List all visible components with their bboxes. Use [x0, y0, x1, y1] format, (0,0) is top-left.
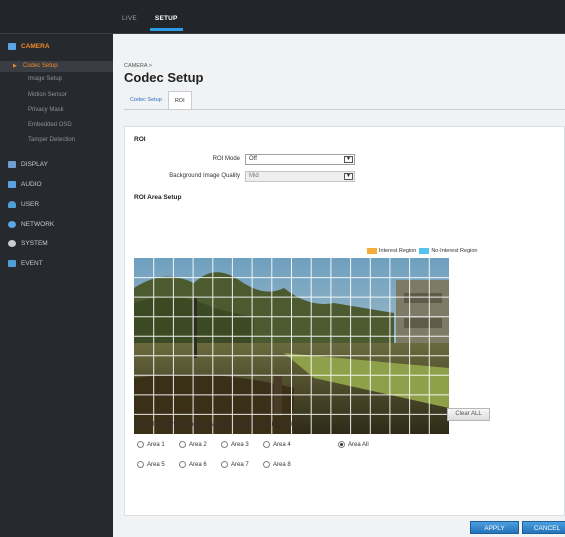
- priority-note: Note : The higher number has higher prio…: [134, 422, 298, 428]
- radio-area-6[interactable]: Area 6: [179, 461, 207, 468]
- apply-button[interactable]: APPLY: [470, 521, 519, 534]
- radio-circle: [221, 461, 228, 468]
- sidebar-item-label: Codec Setup: [22, 63, 58, 69]
- sidebar-section-audio[interactable]: AUDIO: [8, 181, 42, 188]
- sidebar-section-display[interactable]: DISPLAY: [8, 161, 48, 168]
- page-title: Codec Setup: [124, 70, 204, 85]
- sidebar-section-system[interactable]: SYSTEM: [8, 240, 48, 247]
- sidebar: CAMERA ▶ Codec Setup Image Setup Motion S…: [0, 34, 113, 537]
- camera-snapshot: [134, 258, 449, 434]
- radio-circle-selected: [338, 441, 345, 448]
- audio-icon: [8, 181, 16, 188]
- roi-panel: ROI ROI Mode Off ▼ Background Image Qual…: [124, 126, 565, 516]
- sidebar-section-camera[interactable]: CAMERA: [8, 43, 50, 50]
- tab-codec-setup[interactable]: Codec Setup: [124, 91, 168, 110]
- radio-circle: [263, 461, 270, 468]
- radio-area-all[interactable]: Area All: [338, 441, 369, 448]
- top-bar: LIVE SETUP: [0, 0, 565, 34]
- radio-label: Area 2: [189, 441, 207, 448]
- sidebar-section-label: EVENT: [21, 260, 43, 267]
- tab-roi[interactable]: ROI: [167, 91, 192, 110]
- sidebar-item-codec-setup[interactable]: ▶ Codec Setup: [0, 61, 113, 72]
- roi-grid-canvas[interactable]: [134, 258, 449, 434]
- radio-area-4[interactable]: Area 4: [263, 441, 291, 448]
- radio-label: Area 4: [273, 441, 291, 448]
- roi-mode-value: Off: [249, 156, 257, 162]
- radio-area-1[interactable]: Area 1: [137, 441, 165, 448]
- sidebar-section-label: NETWORK: [21, 221, 55, 228]
- radio-label: Area 5: [147, 461, 165, 468]
- radio-circle: [221, 441, 228, 448]
- roi-area-setup-title: ROI Area Setup: [134, 194, 182, 201]
- sidebar-item-motion-sensor[interactable]: Motion Sensor: [0, 90, 113, 101]
- radio-circle: [263, 441, 270, 448]
- active-arrow-icon: ▶: [13, 63, 17, 69]
- radio-area-8[interactable]: Area 8: [263, 461, 291, 468]
- radio-circle: [179, 441, 186, 448]
- system-gear-icon: [8, 240, 16, 247]
- legend-swatch-interest: [367, 248, 377, 254]
- radio-label: Area 3: [231, 441, 249, 448]
- legend-label-interest: Interest Region: [379, 248, 417, 254]
- bg-quality-select[interactable]: Mid ▼: [245, 171, 355, 182]
- chevron-down-icon: ▼: [344, 173, 353, 180]
- top-nav: LIVE SETUP: [122, 15, 183, 31]
- sidebar-section-user[interactable]: USER: [8, 201, 39, 208]
- tab-divider: [124, 109, 565, 110]
- chevron-down-icon: ▼: [344, 156, 353, 163]
- radio-label: Area 7: [231, 461, 249, 468]
- cancel-button[interactable]: CANCEL: [522, 521, 565, 534]
- sidebar-section-label: SYSTEM: [21, 240, 48, 247]
- radio-circle: [137, 441, 144, 448]
- legend-label-no-interest: No-Interest Region: [431, 248, 478, 254]
- radio-area-3[interactable]: Area 3: [221, 441, 249, 448]
- radio-label: Area 6: [189, 461, 207, 468]
- radio-label: Area 1: [147, 441, 165, 448]
- roi-section-title: ROI: [134, 136, 146, 143]
- sidebar-section-label: USER: [21, 201, 40, 208]
- user-icon: [8, 201, 16, 208]
- radio-label: Area All: [348, 441, 369, 448]
- sidebar-item-image-setup[interactable]: Image Setup: [0, 74, 113, 85]
- sidebar-item-privacy-mask[interactable]: Privacy Mask: [0, 105, 113, 116]
- radio-area-7[interactable]: Area 7: [221, 461, 249, 468]
- roi-mode-label: ROI Mode: [212, 156, 240, 162]
- radio-circle: [179, 461, 186, 468]
- sidebar-section-network[interactable]: NETWORK: [8, 221, 54, 228]
- clear-all-button[interactable]: Clear ALL: [447, 408, 490, 421]
- camera-icon: [8, 43, 16, 50]
- main-content: CAMERA > Codec Setup Codec Setup ROI ROI…: [113, 34, 565, 537]
- sidebar-section-label: CAMERA: [21, 43, 50, 50]
- sidebar-section-label: AUDIO: [21, 181, 42, 188]
- legend-swatch-no-interest: [419, 248, 430, 254]
- sidebar-section-event[interactable]: EVENT: [8, 260, 43, 267]
- radio-area-2[interactable]: Area 2: [179, 441, 207, 448]
- bg-quality-value: Mid: [249, 173, 259, 179]
- breadcrumb: CAMERA >: [124, 63, 152, 69]
- legend: Interest Region No-Interest Region: [367, 248, 477, 254]
- sidebar-section-label: DISPLAY: [21, 161, 48, 168]
- sidebar-item-embedded-osd[interactable]: Embedded OSD: [0, 120, 113, 131]
- radio-label: Area 8: [273, 461, 291, 468]
- display-icon: [8, 161, 16, 168]
- network-icon: [8, 221, 16, 228]
- tab-live[interactable]: LIVE: [122, 15, 137, 22]
- event-icon: [8, 260, 16, 267]
- sidebar-item-tamper-detection[interactable]: Tamper Detection: [0, 135, 113, 146]
- tab-setup[interactable]: SETUP: [149, 15, 183, 31]
- roi-mode-select[interactable]: Off ▼: [245, 154, 355, 165]
- sub-tabs: Codec Setup ROI: [124, 91, 192, 110]
- radio-circle: [137, 461, 144, 468]
- bg-quality-label: Background Image Quality: [169, 173, 240, 179]
- radio-area-5[interactable]: Area 5: [137, 461, 165, 468]
